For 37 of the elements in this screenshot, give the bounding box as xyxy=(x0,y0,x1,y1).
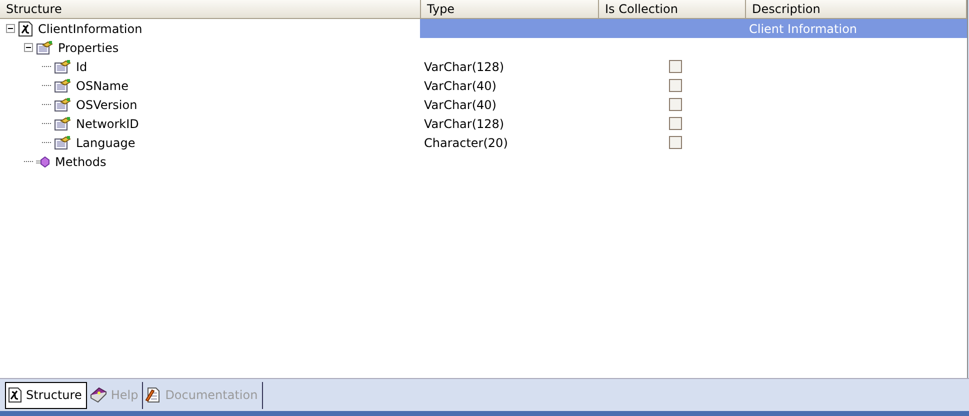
type-text: VarChar(40) xyxy=(424,98,496,112)
type-text: VarChar(40) xyxy=(424,78,496,92)
tree-item[interactable]: Methods xyxy=(55,152,106,170)
book-icon xyxy=(88,387,107,403)
property-icon xyxy=(54,136,71,150)
column-header[interactable]: Type xyxy=(421,0,599,19)
document-x-icon xyxy=(8,387,22,403)
collection-checkbox[interactable] xyxy=(669,117,682,130)
column-header[interactable]: Description xyxy=(746,0,967,19)
property-icon xyxy=(54,60,71,74)
tab[interactable]: Structure xyxy=(5,382,87,408)
tree-item[interactable]: Language xyxy=(76,134,136,152)
collection-checkbox[interactable] xyxy=(669,136,682,149)
property-icon xyxy=(54,78,71,92)
tree-item[interactable]: OSName xyxy=(76,76,128,94)
tree-item[interactable]: NetworkID xyxy=(76,114,139,132)
properties-icon xyxy=(36,40,53,54)
collection-checkbox[interactable] xyxy=(669,98,682,111)
document-pencil-icon xyxy=(145,387,162,403)
type-text: Character(20) xyxy=(424,136,508,150)
tree-item[interactable]: Id xyxy=(76,58,88,76)
collapse-toggle[interactable] xyxy=(24,43,33,52)
tree-item[interactable]: Properties xyxy=(58,38,119,56)
tree-item[interactable]: OSVersion xyxy=(76,96,138,114)
property-icon xyxy=(54,116,71,130)
property-icon xyxy=(54,98,71,112)
column-header[interactable]: Is Collection xyxy=(599,0,746,19)
document-x-icon xyxy=(18,20,33,36)
type-text: VarChar(128) xyxy=(424,60,504,74)
column-header[interactable]: Structure xyxy=(0,0,421,19)
collection-checkbox[interactable] xyxy=(669,60,682,73)
collection-checkbox[interactable] xyxy=(669,79,682,92)
collapse-toggle[interactable] xyxy=(6,24,15,33)
tree-item[interactable]: ClientInformation xyxy=(38,20,142,38)
description-text: Client Information xyxy=(749,22,858,36)
methods-icon xyxy=(36,156,50,168)
type-text: VarChar(128) xyxy=(424,116,504,130)
